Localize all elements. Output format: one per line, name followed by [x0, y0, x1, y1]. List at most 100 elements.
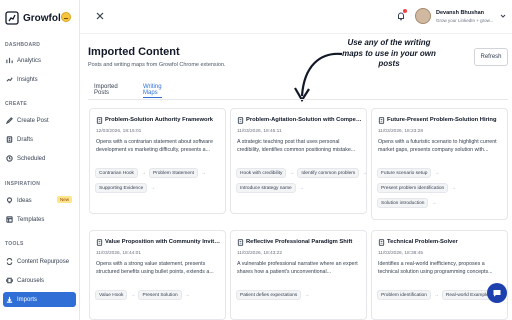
- card-description: Opens with a futuristic scenario to high…: [378, 139, 497, 153]
- sidebar-item-content-repurpose[interactable]: Content Repurpose: [3, 254, 76, 269]
- close-icon[interactable]: [95, 11, 105, 21]
- drafts-icon: [6, 136, 13, 143]
- imports-icon: [6, 296, 13, 303]
- card-title: Problem-Agitation-Solution with Competit…: [246, 117, 362, 123]
- sidebar-item-label: Imports: [17, 296, 38, 303]
- writing-map-card[interactable]: Technical Problem-Solver 11/03/2026, 18:3…: [371, 230, 508, 320]
- brand[interactable]: Growfol: [5, 11, 61, 25]
- tag-row: Introduce strategy name →: [236, 182, 362, 193]
- tag-row: Contrarian Hook → Problem Statement →: [95, 167, 221, 178]
- step-tag: Introduce strategy name: [236, 182, 296, 193]
- card-date: 11/03/2026, 18:43:22: [237, 251, 282, 256]
- sidebar-item-label: Content Repurpose: [17, 258, 70, 265]
- card-title: Reflective Professional Paradigm Shift: [246, 239, 353, 245]
- step-tag: Problem identification: [377, 289, 431, 300]
- document-icon: [378, 239, 385, 246]
- sidebar-item-templates[interactable]: Templates: [3, 212, 76, 227]
- arrow-right-icon: →: [201, 169, 206, 176]
- card-description: Opens with a contrarian statement about …: [96, 139, 213, 153]
- document-icon: [237, 239, 244, 246]
- user-subtitle: Grow your LinkedIn + grow...: [436, 18, 494, 23]
- annotation-arrow-icon: [294, 52, 343, 103]
- step-tag: Identify common problem: [297, 167, 360, 178]
- tag-row: Supporting Evidence →: [95, 182, 221, 193]
- brand-name: Growfol: [23, 12, 61, 24]
- card-tags: Contrarian Hook → Problem Statement → Suppor…: [95, 167, 221, 197]
- arrow-right-icon: →: [150, 184, 156, 191]
- writing-map-card[interactable]: Problem-Solution Authority Framework 12/0…: [89, 108, 226, 214]
- card-title: Future-Present Problem-Solution Hiring: [387, 117, 497, 123]
- chat-icon: [493, 290, 501, 297]
- tab-divider: [88, 99, 508, 100]
- sidebar-item-create-post[interactable]: Create Post: [3, 113, 76, 128]
- document-icon: [237, 117, 244, 124]
- card-description: Identifies a real-world inefficiency, pr…: [378, 261, 493, 275]
- sidebar-item-label: Create Post: [17, 117, 49, 124]
- document-icon: [96, 117, 103, 124]
- sidebar-item-analytics[interactable]: Analytics: [3, 53, 76, 68]
- sidebar-item-carousels[interactable]: Carousels: [3, 273, 76, 288]
- step-tag: Problem Statement: [148, 167, 198, 178]
- growfol-logo-icon: [5, 11, 19, 25]
- step-tag: Future scenario setup: [377, 167, 432, 178]
- arrow-right-icon: →: [434, 169, 440, 176]
- insights-icon: [6, 76, 13, 83]
- avatar[interactable]: [415, 8, 431, 24]
- sidebar-item-label: Analytics: [17, 57, 42, 64]
- card-tags: Problem identification → Real-world Exampl…: [377, 289, 503, 304]
- tag-row: Problem identification → Real-world Exampl…: [377, 289, 503, 300]
- section-label-create: CREATE: [5, 101, 27, 107]
- sidebar-item-ideas[interactable]: Ideas New: [3, 193, 76, 208]
- card-date: 11/03/2026, 18:45:11: [237, 129, 282, 134]
- step-tag: Patient defies expectations: [236, 289, 302, 300]
- writing-map-card[interactable]: Value Proposition with Community Invitat…: [89, 230, 226, 320]
- arrow-right-icon: →: [433, 291, 439, 298]
- tag-row: Solution introduction →: [377, 197, 503, 208]
- help-chat-button[interactable]: [487, 283, 507, 303]
- annotation-callout: Use any of the writing maps to use in yo…: [342, 38, 436, 68]
- notification-dot: [403, 9, 407, 13]
- user-name[interactable]: Devansh Bhushan: [436, 10, 484, 16]
- sidebar-item-label: Scheduled: [17, 155, 46, 162]
- arrow-right-icon: →: [304, 291, 310, 298]
- sidebar-item-imports[interactable]: Imports: [3, 292, 76, 307]
- card-description: Opens with a strong value statement, pre…: [96, 261, 214, 275]
- writing-map-card[interactable]: Problem-Agitation-Solution with Competit…: [230, 108, 367, 214]
- card-tags: Hook with credibility → Identify common pr…: [236, 167, 367, 197]
- card-tags: Patient defies expectations →: [236, 289, 362, 304]
- step-tag: Value Hook: [95, 289, 128, 300]
- step-tag: Hook with credibility: [236, 167, 287, 178]
- sidebar-item-label: Templates: [17, 216, 45, 223]
- section-label-dashboard: DASHBOARD: [5, 42, 41, 48]
- sidebar-item-label: Insights: [17, 76, 38, 83]
- ideas-icon: [6, 197, 13, 204]
- arrow-right-icon: →: [362, 169, 368, 176]
- card-tags: Value Hook → Present Solution →: [95, 289, 221, 304]
- page-title: Imported Content: [88, 46, 180, 58]
- arrow-right-icon: →: [431, 199, 437, 206]
- section-label-inspiration: INSPIRATION: [5, 181, 41, 187]
- card-date: 12/03/2026, 18:15:01: [96, 129, 142, 134]
- sidebar-item-scheduled[interactable]: Scheduled: [3, 151, 76, 166]
- step-tag: Real-world Example: [441, 289, 493, 300]
- arrow-right-icon: →: [184, 291, 190, 298]
- sidebar-item-label: Carousels: [17, 277, 45, 284]
- sidebar-item-insights[interactable]: Insights: [3, 72, 76, 87]
- refresh-button[interactable]: Refresh: [474, 48, 508, 66]
- tag-row: Hook with credibility → Identify common pr…: [236, 167, 367, 178]
- repurpose-icon: [6, 258, 13, 265]
- tab-writing-maps[interactable]: Writing Maps: [143, 84, 162, 98]
- tab-imported-posts[interactable]: Imported Posts: [94, 84, 118, 98]
- writing-map-card[interactable]: Reflective Professional Paradigm Shift 11…: [230, 230, 367, 320]
- sidebar-item-drafts[interactable]: Drafts: [3, 132, 76, 147]
- arrow-right-icon: →: [289, 169, 295, 176]
- section-label-tools: TOOLS: [5, 241, 24, 247]
- chevron-down-icon[interactable]: [500, 13, 506, 19]
- emoji-avatar-icon[interactable]: [61, 12, 71, 22]
- writing-map-card[interactable]: Future-Present Problem-Solution Hiring 11…: [371, 108, 508, 220]
- step-tag: Present Solution: [138, 289, 182, 300]
- new-badge: New: [56, 196, 72, 203]
- card-title: Problem-Solution Authority Framework: [105, 117, 214, 123]
- card-date: 11/03/2026, 18:38:45: [378, 251, 423, 256]
- card-date: 11/03/2026, 18:44:01: [96, 251, 141, 256]
